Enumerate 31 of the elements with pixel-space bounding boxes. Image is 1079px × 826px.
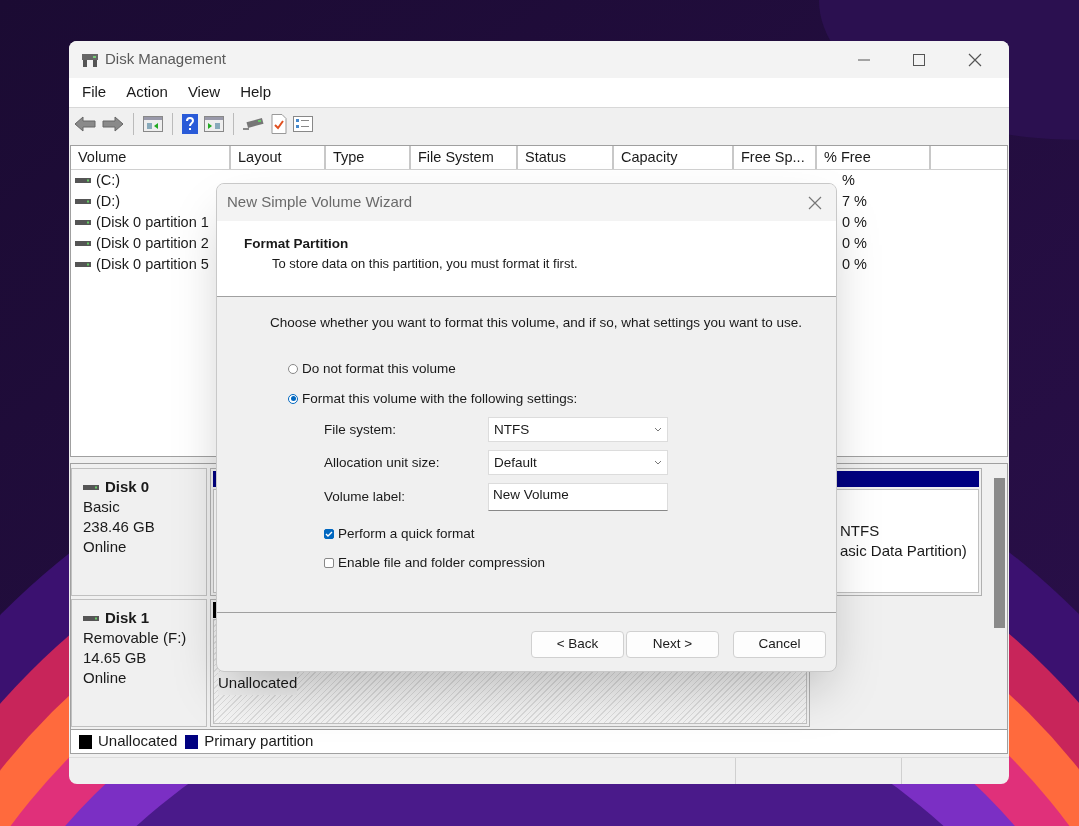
table-cell-text: 0 % <box>842 233 867 253</box>
dialog-title: New Simple Volume Wizard <box>227 192 413 213</box>
field-label: File system: <box>324 420 397 439</box>
table-cell-text: 7 % <box>842 191 867 211</box>
disk-type: Basic <box>83 497 121 517</box>
partition-label: NTFS <box>840 521 881 541</box>
field-label: Allocation unit size: <box>324 453 441 472</box>
table-cell-text: % <box>842 170 855 190</box>
window-title: Disk Management <box>105 49 226 70</box>
step-heading: Format Partition <box>244 235 349 253</box>
table-cell-text: 0 % <box>842 212 867 232</box>
disk-name: Disk 1 <box>105 608 150 628</box>
legend-label: Primary partition <box>204 731 314 752</box>
volume-name: (Disk 0 partition 1 <box>96 212 209 232</box>
field-label: Volume label: <box>324 488 407 507</box>
volume-name: (Disk 0 partition 5 <box>96 254 209 274</box>
volume-name: (C:) <box>96 170 121 190</box>
volume-name: (D:) <box>96 191 121 211</box>
step-description: To store data on this partition, you must format it first. <box>272 255 578 274</box>
table-cell-text: 0 % <box>842 254 867 274</box>
disk-name: Disk 0 <box>105 477 150 497</box>
disk-type: Removable (F:) <box>83 628 188 648</box>
disk-size: 238.46 GB <box>83 517 156 537</box>
disk-status: Online <box>83 668 128 688</box>
disk-status: Online <box>83 537 128 557</box>
disk-size: 14.65 GB <box>83 648 148 668</box>
legend-label: Unallocated <box>98 731 178 752</box>
volume-name: (Disk 0 partition 2 <box>96 233 209 253</box>
partition-label: asic Data Partition) <box>840 541 968 561</box>
partition-label: Unallocated <box>218 672 298 695</box>
instruction-text: Choose whether you want to format this volume, and if so, what settings you want to use. <box>270 314 803 332</box>
